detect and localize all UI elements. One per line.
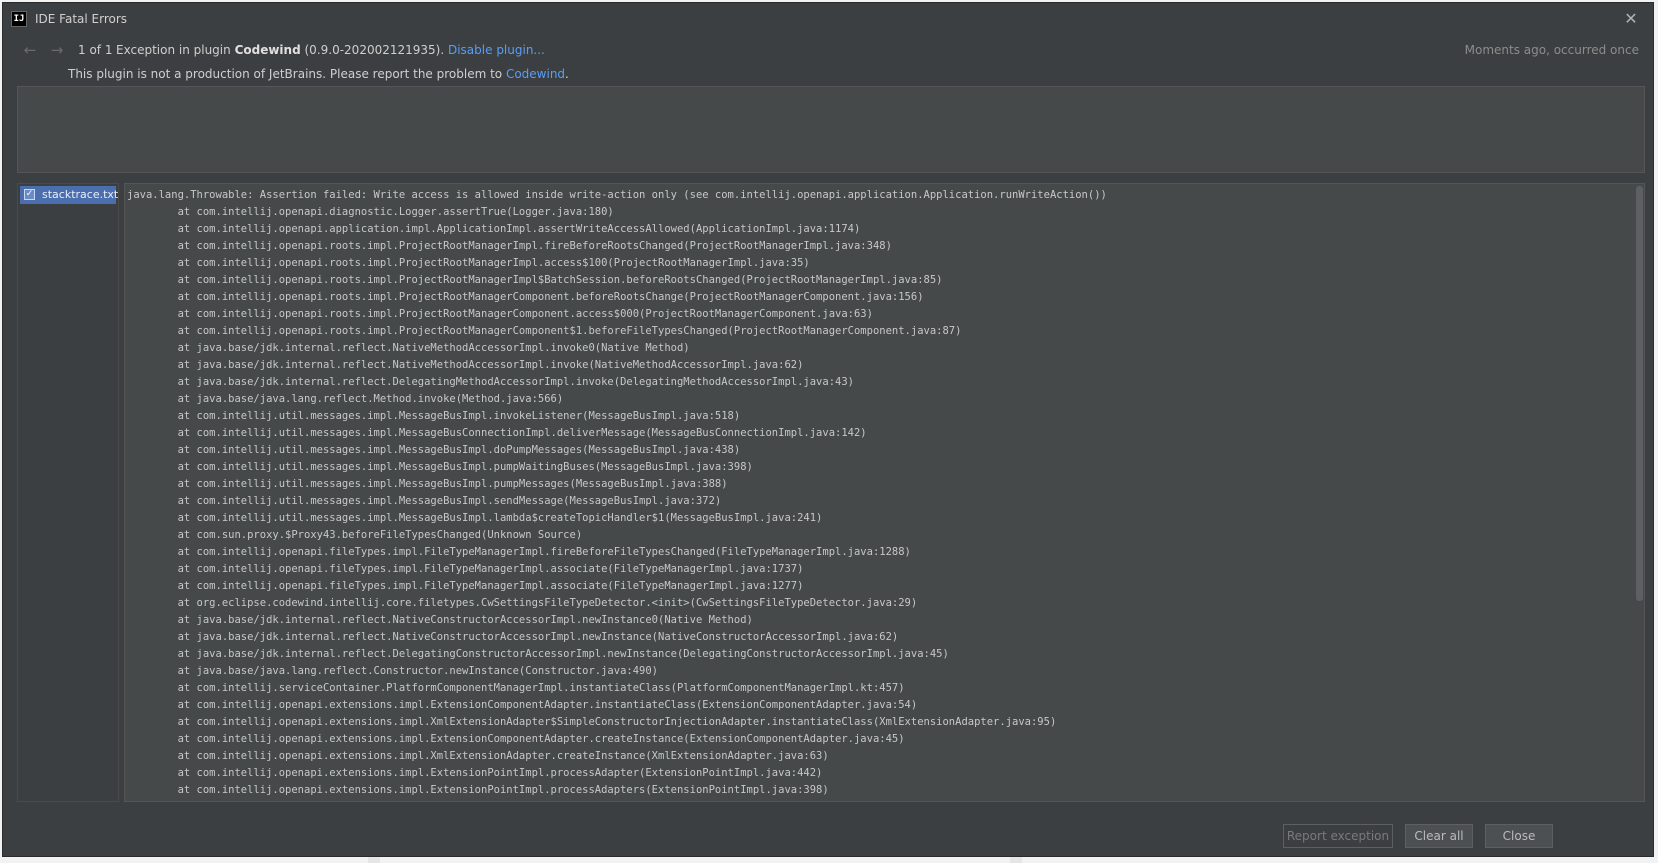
stacktrace-line: java.lang.Throwable: Assertion failed: W…	[127, 189, 1107, 201]
previous-arrow-icon[interactable]: ←	[21, 41, 39, 59]
stacktrace-line: at com.intellij.serviceContainer.Platfor…	[127, 682, 905, 694]
window-title: IDE Fatal Errors	[35, 12, 128, 26]
stacktrace-line: at com.sun.proxy.$Proxy43.beforeFileType…	[127, 529, 583, 541]
stacktrace-line: at com.intellij.openapi.fileTypes.impl.F…	[127, 580, 804, 592]
stacktrace-line: at java.base/java.lang.reflect.Method.in…	[127, 393, 564, 405]
stacktrace-line: at java.base/jdk.internal.reflect.Native…	[127, 631, 899, 643]
attachment-name: stacktrace.txt	[42, 188, 119, 201]
stacktrace-line: at com.intellij.openapi.extensions.impl.…	[127, 767, 823, 779]
stacktrace-line: at java.base/jdk.internal.reflect.Delega…	[127, 376, 854, 388]
comment-textarea[interactable]	[17, 86, 1645, 173]
stacktrace-line: at java.base/jdk.internal.reflect.Native…	[127, 359, 804, 371]
plugin-version: (0.9.0-202002121935).	[300, 43, 448, 57]
stacktrace-line: at com.intellij.openapi.fileTypes.impl.F…	[127, 563, 804, 575]
stacktrace-line: at com.intellij.util.messages.impl.Messa…	[127, 495, 722, 507]
attachment-item[interactable]: ✓ stacktrace.txt	[20, 186, 119, 204]
stacktrace-line: at com.intellij.util.messages.impl.Messa…	[127, 478, 728, 490]
stacktrace-line: at com.intellij.openapi.roots.impl.Proje…	[127, 291, 924, 303]
window-close-icon[interactable]: ✕	[1621, 9, 1641, 29]
stacktrace-line: at com.intellij.openapi.extensions.impl.…	[127, 750, 829, 762]
stacktrace-line: at com.intellij.openapi.extensions.impl.…	[127, 784, 829, 796]
clear-all-button[interactable]: Clear all	[1405, 824, 1473, 848]
stacktrace-line: at com.intellij.util.messages.impl.Messa…	[127, 410, 741, 422]
stacktrace-line: at org.eclipse.codewind.intellij.core.fi…	[127, 597, 918, 609]
error-counter: 1 of 1	[78, 43, 113, 57]
stacktrace-line: at com.intellij.openapi.roots.impl.Proje…	[127, 325, 962, 337]
next-arrow-icon[interactable]: →	[48, 41, 66, 59]
disable-plugin-link[interactable]: Disable plugin...	[448, 43, 545, 57]
stacktrace-line: at com.intellij.util.messages.impl.Messa…	[127, 461, 753, 473]
stacktrace-line: at java.base/jdk.internal.reflect.Native…	[127, 614, 753, 626]
stacktrace-line: at java.base/jdk.internal.reflect.Delega…	[127, 648, 949, 660]
fatal-errors-dialog: IJ IDE Fatal Errors ✕ ← → 1 of 1 Excepti…	[2, 2, 1654, 857]
stacktrace-line: at com.intellij.openapi.roots.impl.Proje…	[127, 257, 810, 269]
report-exception-button[interactable]: Report exception	[1283, 824, 1393, 848]
intellij-logo-icon: IJ	[11, 11, 27, 27]
vertical-scrollbar[interactable]	[1636, 186, 1643, 601]
stacktrace-line: at com.intellij.util.messages.impl.Messa…	[127, 512, 823, 524]
attachment-checkbox[interactable]: ✓	[24, 189, 35, 200]
error-header: ← → 1 of 1 Exception in plugin Codewind …	[3, 39, 1653, 61]
occurrence-time: Moments ago, occurred once	[1464, 43, 1639, 57]
stacktrace-viewer[interactable]: java.lang.Throwable: Assertion failed: W…	[124, 183, 1645, 802]
stacktrace-line: at com.intellij.openapi.roots.impl.Proje…	[127, 240, 892, 252]
stacktrace-lines: java.lang.Throwable: Assertion failed: W…	[127, 187, 1107, 799]
stacktrace-line: at java.base/java.lang.reflect.Construct…	[127, 665, 659, 677]
stacktrace-line: at com.intellij.util.messages.impl.Messa…	[127, 444, 741, 456]
stacktrace-line: at com.intellij.openapi.extensions.impl.…	[127, 699, 918, 711]
stacktrace-line: at com.intellij.openapi.diagnostic.Logge…	[127, 206, 614, 218]
codewind-link[interactable]: Codewind	[506, 67, 565, 81]
exception-prefix: Exception in plugin	[116, 43, 235, 57]
stacktrace-line: at com.intellij.openapi.extensions.impl.…	[127, 716, 1057, 728]
notice-suffix: .	[565, 67, 569, 81]
stacktrace-line: at com.intellij.openapi.extensions.impl.…	[127, 733, 905, 745]
stacktrace-line: at com.intellij.openapi.roots.impl.Proje…	[127, 308, 873, 320]
title-bar: IJ IDE Fatal Errors ✕	[3, 3, 1653, 35]
stacktrace-line: at com.intellij.util.messages.impl.Messa…	[127, 427, 867, 439]
plugin-notice: This plugin is not a production of JetBr…	[68, 67, 569, 81]
stacktrace-line: at com.intellij.openapi.application.impl…	[127, 223, 861, 235]
stacktrace-line: at java.base/jdk.internal.reflect.Native…	[127, 342, 690, 354]
attachments-list: ✓ stacktrace.txt	[17, 183, 119, 802]
stacktrace-line: at com.intellij.openapi.roots.impl.Proje…	[127, 274, 943, 286]
exception-summary: Exception in plugin Codewind (0.9.0-2020…	[116, 43, 545, 57]
stacktrace-line: at com.intellij.openapi.fileTypes.impl.F…	[127, 546, 911, 558]
plugin-name: Codewind	[234, 43, 301, 57]
notice-text: This plugin is not a production of JetBr…	[68, 67, 506, 81]
close-button[interactable]: Close	[1485, 824, 1553, 848]
